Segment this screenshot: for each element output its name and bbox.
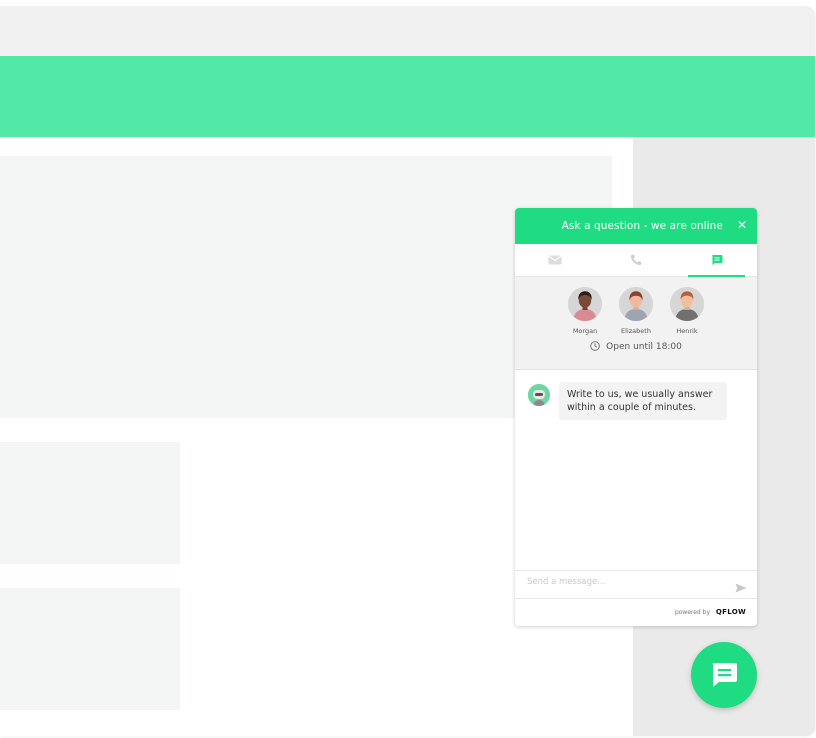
agent-name: Henrik [676, 327, 698, 335]
agent-morgan: Morgan [567, 287, 603, 335]
tab-chat[interactable] [676, 244, 757, 277]
agents-panel: Morgan Elizabeth Henrik Open until 18:00 [515, 277, 757, 370]
content-placeholder-small [0, 588, 180, 710]
agent-name: Elizabeth [621, 327, 651, 335]
tab-phone[interactable] [596, 244, 677, 276]
avatar [568, 287, 602, 321]
message-composer [515, 570, 757, 599]
opening-hours: Open until 18:00 [515, 341, 757, 352]
chat-widget-title: Ask a question - we are online [561, 220, 723, 232]
envelope-icon [548, 255, 562, 265]
tab-email[interactable] [515, 244, 596, 276]
agent-elizabeth: Elizabeth [618, 287, 654, 335]
message-input[interactable] [525, 576, 719, 588]
message-list: Write to us, we usually answer within a … [515, 370, 757, 570]
avatar [619, 287, 653, 321]
qflow-logo[interactable]: QFLOW [716, 608, 746, 616]
bot-avatar-icon [528, 384, 550, 406]
chat-icon [712, 255, 723, 266]
page-hero-banner [0, 56, 815, 137]
content-placeholder-small [0, 442, 180, 564]
greeting-message: Write to us, we usually answer within a … [559, 382, 727, 420]
opening-hours-text: Open until 18:00 [606, 342, 682, 352]
agent-henrik: Henrik [669, 287, 705, 335]
chat-launcher-button[interactable] [691, 642, 757, 708]
chat-widget: Ask a question - we are online ✕ Morgan … [515, 208, 757, 626]
avatar [670, 287, 704, 321]
contact-tabs [515, 244, 757, 277]
powered-by-footer: powered by QFLOW [515, 599, 757, 626]
chat-widget-header: Ask a question - we are online ✕ [515, 208, 757, 244]
close-icon[interactable]: ✕ [737, 218, 747, 232]
powered-by-text: powered by [674, 609, 710, 616]
phone-icon [630, 254, 642, 266]
send-icon[interactable] [735, 578, 747, 597]
page-top-bar [0, 6, 815, 56]
chat-icon [712, 663, 737, 687]
agent-name: Morgan [572, 327, 598, 335]
clock-icon [590, 341, 600, 351]
